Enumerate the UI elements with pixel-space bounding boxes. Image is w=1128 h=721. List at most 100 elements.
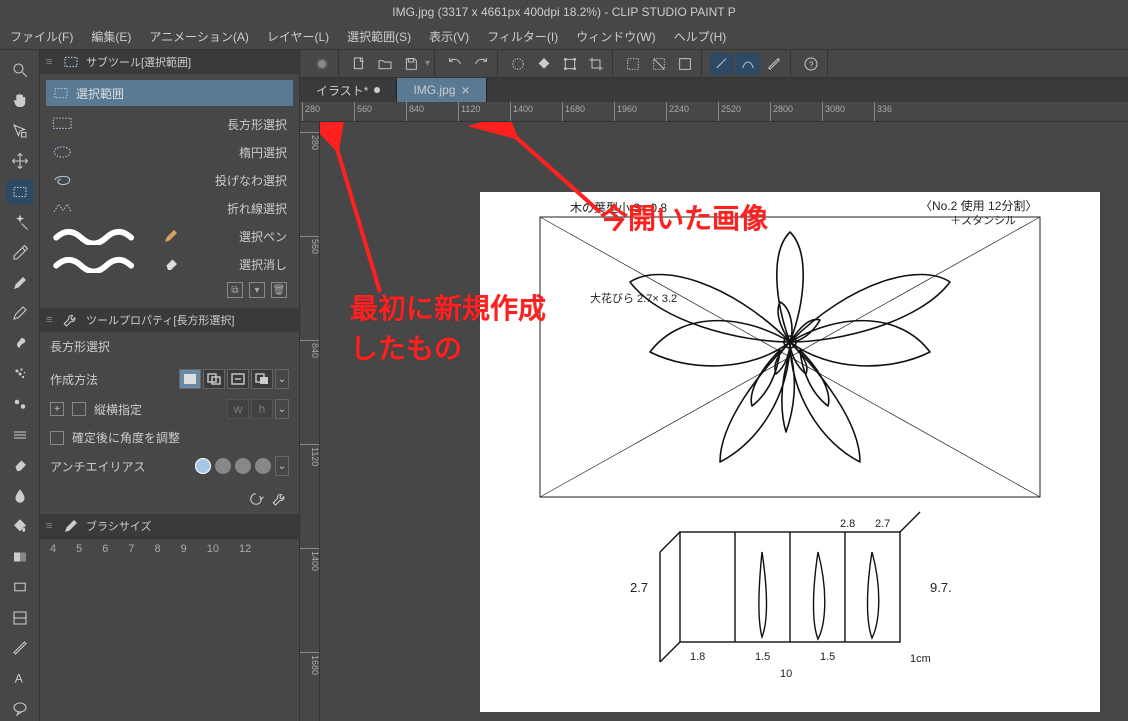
fill-icon[interactable]: [532, 53, 556, 75]
menu-animation[interactable]: アニメーション(A): [149, 28, 249, 45]
reset-icon[interactable]: [247, 490, 265, 508]
aspect-w-icon[interactable]: w: [227, 399, 249, 419]
selmode3-icon[interactable]: [673, 53, 697, 75]
menu-help[interactable]: ヘルプ(H): [674, 28, 727, 45]
save-icon[interactable]: [399, 53, 423, 75]
tool-wand[interactable]: [6, 210, 34, 234]
method-sub-icon[interactable]: [227, 369, 249, 389]
save-dropdown[interactable]: ▾: [425, 58, 430, 69]
snap-ruler-icon[interactable]: [710, 53, 734, 75]
canvas-viewport[interactable]: 木の葉型小 3× 0.8 〈No.2 使用 12分割〉 ＋スタンシル 大花びら …: [320, 122, 1128, 721]
tool-eraser[interactable]: [6, 453, 34, 477]
selection-icon: [62, 53, 80, 71]
aspect-dropdown[interactable]: ⌄: [275, 399, 289, 419]
tool-operation[interactable]: [6, 119, 34, 143]
menu-view[interactable]: 表示(V): [429, 28, 469, 45]
svg-text:大花びら 2.7× 3.2: 大花びら 2.7× 3.2: [590, 291, 677, 305]
selmode2-icon[interactable]: [647, 53, 671, 75]
ellipse-marquee-icon: [52, 143, 92, 161]
aa-low[interactable]: [215, 458, 231, 474]
undo-icon[interactable]: [443, 53, 467, 75]
tool-balloon[interactable]: [6, 697, 34, 721]
svg-text:＋スタンシル: ＋スタンシル: [950, 214, 1016, 227]
tool-text[interactable]: A: [6, 666, 34, 690]
aa-none[interactable]: [195, 458, 211, 474]
tool-frame[interactable]: [6, 605, 34, 629]
subtool-polyline[interactable]: 折れ線選択: [46, 194, 293, 222]
menu-window[interactable]: ウィンドウ(W): [576, 28, 655, 45]
doc-tab-img[interactable]: IMG.jpg ×: [397, 78, 486, 102]
subtool-panel-tab[interactable]: ≡ サブツール[選択範囲]: [40, 50, 299, 74]
tool-ruler[interactable]: [6, 636, 34, 660]
aa-high[interactable]: [255, 458, 271, 474]
svg-text:1.5: 1.5: [820, 651, 835, 663]
angle-checkbox[interactable]: [50, 431, 64, 445]
subtool-lasso[interactable]: 投げなわ選択: [46, 166, 293, 194]
crop-icon[interactable]: [584, 53, 608, 75]
tool-blend[interactable]: [6, 484, 34, 508]
svg-text:10: 10: [780, 668, 792, 680]
tool-pencil[interactable]: [6, 301, 34, 325]
subtool-selectpen[interactable]: 選択ペン: [46, 222, 293, 250]
aspect-h-icon[interactable]: h: [251, 399, 273, 419]
open-icon[interactable]: [373, 53, 397, 75]
tool-airbrush[interactable]: [6, 362, 34, 386]
method-add-icon[interactable]: [203, 369, 225, 389]
menu-filter[interactable]: フィルター(I): [487, 28, 558, 45]
close-icon[interactable]: ×: [461, 82, 469, 98]
save-icon[interactable]: ▾: [249, 282, 265, 298]
aa-mid[interactable]: [235, 458, 251, 474]
subtool-ellipse[interactable]: 楕円選択: [46, 138, 293, 166]
selmode1-icon[interactable]: [621, 53, 645, 75]
tool-pen[interactable]: [6, 271, 34, 295]
transform-icon[interactable]: [558, 53, 582, 75]
clipstudio-icon[interactable]: [310, 53, 334, 75]
tool-hand[interactable]: [6, 88, 34, 112]
method-dropdown[interactable]: ⌄: [275, 369, 289, 389]
tool-eyedropper[interactable]: [6, 240, 34, 264]
snap-grid-icon[interactable]: [762, 53, 786, 75]
svg-text:9.7.: 9.7.: [930, 580, 952, 595]
annotation-left-2: したもの: [350, 327, 462, 367]
clear-icon[interactable]: [506, 53, 530, 75]
doc-tab-illust[interactable]: イラスト*: [300, 78, 397, 102]
menu-select[interactable]: 選択範囲(S): [347, 28, 411, 45]
tool-magnify[interactable]: [6, 58, 34, 82]
tool-line[interactable]: [6, 423, 34, 447]
tool-move[interactable]: [6, 149, 34, 173]
redo-icon[interactable]: [469, 53, 493, 75]
subtool-selecterase[interactable]: 選択消し: [46, 250, 293, 278]
tool-properties: 作成方法 ⌄ + 縦横指定 w h ⌄ 確定後に角度を調整 アンチ: [40, 361, 299, 484]
menu-file[interactable]: ファイル(F): [10, 28, 73, 45]
tool-brush[interactable]: [6, 332, 34, 356]
method-int-icon[interactable]: [251, 369, 273, 389]
tool-shape[interactable]: [6, 575, 34, 599]
new-icon[interactable]: [347, 53, 371, 75]
method-new-icon[interactable]: [179, 369, 201, 389]
duplicate-icon[interactable]: ⧉: [227, 282, 243, 298]
expand-icon[interactable]: +: [50, 402, 64, 416]
toolprop-panel-tab[interactable]: ≡ ツールプロパティ[長方形選択]: [40, 308, 299, 332]
ruler-vertical: 280560840112014001680: [300, 122, 320, 721]
tool-gradient[interactable]: [6, 545, 34, 569]
ruler-horizontal: 8402805608401120140016801960224025202800…: [300, 102, 1128, 122]
snap-special-icon[interactable]: [736, 53, 760, 75]
subtool-rect[interactable]: 長方形選択: [46, 110, 293, 138]
settings-icon[interactable]: [271, 490, 289, 508]
tool-select-rect[interactable]: [6, 180, 34, 204]
panel-drag-icon: ≡: [46, 56, 56, 68]
side-panels: ≡ サブツール[選択範囲] 選択範囲 長方形選択 楕円選択 投げなわ選択 折れ線…: [40, 50, 300, 721]
prop-aa: アンチエイリアス ⌄: [50, 456, 289, 476]
aa-dropdown[interactable]: ⌄: [275, 456, 289, 476]
tool-fill[interactable]: [6, 514, 34, 538]
prop-aspect: + 縦横指定 w h ⌄: [50, 399, 289, 419]
help-icon[interactable]: ?: [799, 53, 823, 75]
trash-icon[interactable]: 🗑: [271, 282, 287, 298]
brushsize-panel-tab[interactable]: ≡ ブラシサイズ: [40, 514, 299, 538]
tool-deco[interactable]: [6, 392, 34, 416]
menu-layer[interactable]: レイヤー(L): [267, 28, 329, 45]
subtool-header[interactable]: 選択範囲: [46, 80, 293, 106]
aspect-checkbox[interactable]: [72, 402, 86, 416]
menu-edit[interactable]: 編集(E): [91, 28, 131, 45]
svg-text:?: ?: [809, 60, 814, 69]
